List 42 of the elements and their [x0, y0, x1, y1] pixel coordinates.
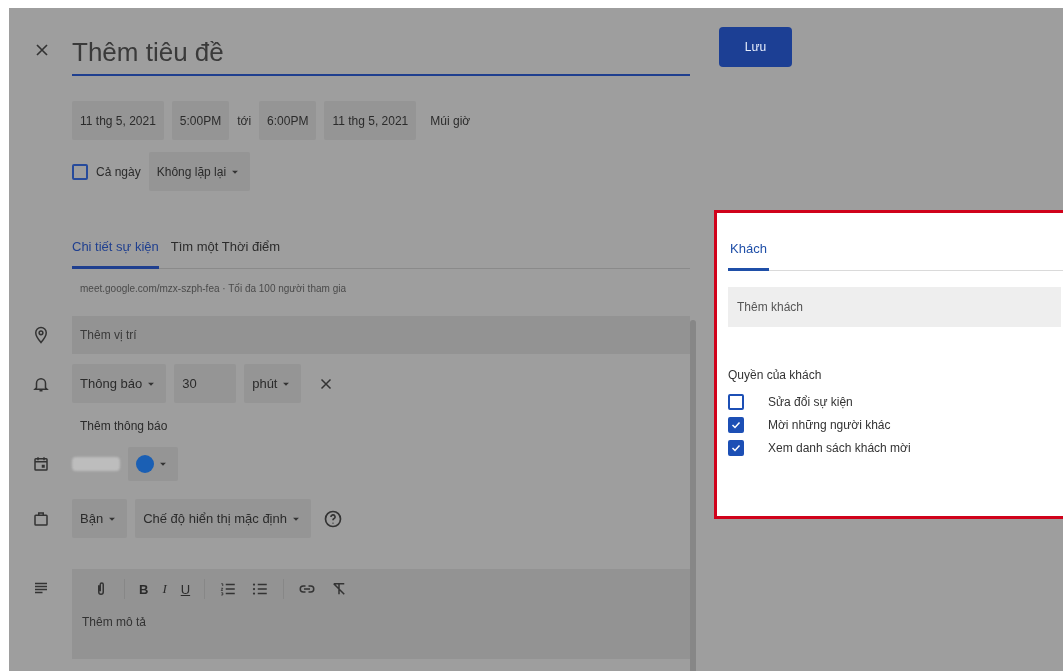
color-dropdown[interactable]: [128, 447, 178, 481]
location-field[interactable]: Thêm vị trí: [72, 316, 690, 354]
permission-label: Xem danh sách khách mời: [768, 440, 911, 455]
add-guests-field[interactable]: Thêm khách: [728, 287, 1061, 327]
repeat-dropdown[interactable]: Không lặp lại: [148, 152, 251, 191]
meet-info: meet.google.com/mzx-szph-fea · Tối đa 100 người tham gia: [79, 283, 346, 294]
date-button[interactable]: 11 thg 5, 2021: [72, 101, 164, 140]
checkbox[interactable]: [728, 393, 744, 410]
save-button[interactable]: Lưu: [719, 27, 792, 67]
briefcase-icon: [32, 509, 50, 528]
notification-type-dropdown[interactable]: Thông báo: [72, 364, 167, 403]
title-field[interactable]: Thêm tiêu đề: [72, 30, 690, 76]
tab[interactable]: Tìm một Thời điểm: [170, 233, 281, 269]
add-notification-button[interactable]: Thêm thông báo: [72, 419, 174, 433]
description-editor[interactable]: B I U Thêm mô tả: [72, 569, 690, 659]
tab[interactable]: Chi tiết sự kiện: [72, 233, 159, 269]
italic-button[interactable]: I: [162, 581, 167, 597]
visibility-dropdown[interactable]: Chế độ hiển thị mặc định: [135, 499, 311, 538]
calendar-icon: [32, 455, 50, 473]
location-pin-icon: [32, 326, 50, 344]
bold-button[interactable]: B: [139, 581, 149, 597]
tab[interactable]: Khách: [728, 237, 769, 271]
permission-label: Mời những người khác: [768, 417, 891, 432]
numbered-list-icon[interactable]: [219, 580, 238, 598]
blurred-calendar-name: [72, 457, 120, 471]
all-day-checkbox[interactable]: [72, 163, 88, 180]
checkbox[interactable]: [728, 439, 744, 456]
date-button[interactable]: 11 thg 5, 2021: [324, 101, 417, 140]
availability-dropdown[interactable]: Bận: [72, 499, 128, 538]
color-dot: [136, 455, 154, 473]
timezone-link[interactable]: Múi giờ: [424, 113, 477, 128]
time-button[interactable]: 6:00PM: [259, 101, 317, 140]
permission-label: Sửa đổi sự kiện: [768, 394, 853, 409]
minutes-field[interactable]: 30: [174, 364, 237, 403]
separator-text: tới: [237, 113, 252, 128]
checkbox[interactable]: [728, 416, 744, 433]
permissions-heading: Quyền của khách: [728, 368, 823, 382]
unit-dropdown[interactable]: phút: [244, 364, 302, 403]
underline-button[interactable]: U: [180, 581, 191, 597]
all-day-label: Cả ngày: [96, 164, 141, 179]
help-icon[interactable]: [322, 508, 343, 529]
time-button[interactable]: 5:00PM: [171, 101, 230, 140]
